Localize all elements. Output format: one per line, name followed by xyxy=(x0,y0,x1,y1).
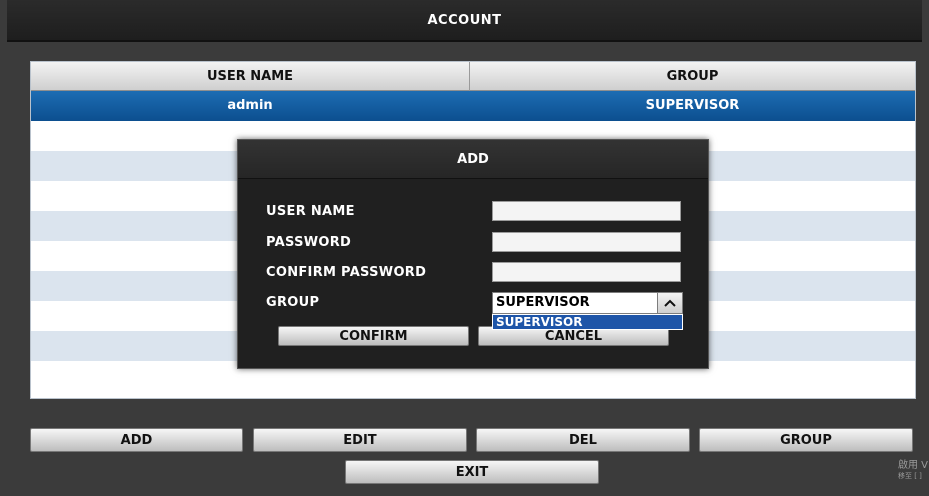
group-select[interactable]: SUPERVISOR xyxy=(492,292,683,314)
watermark-line-1: 啟用 V xyxy=(898,460,929,471)
column-header-group[interactable]: GROUP xyxy=(470,62,915,91)
chevron-up-icon[interactable] xyxy=(657,293,682,313)
group-option-label: SUPERVISOR xyxy=(496,315,583,329)
cell-user-name: admin xyxy=(227,98,273,113)
window-title: ACCOUNT xyxy=(7,0,922,42)
edit-button[interactable]: EDIT xyxy=(253,428,467,452)
user-name-input[interactable] xyxy=(492,201,681,221)
confirm-password-input[interactable] xyxy=(492,262,681,282)
user-name-label: USER NAME xyxy=(266,204,355,219)
column-header-user-name[interactable]: USER NAME xyxy=(31,62,470,91)
password-label: PASSWORD xyxy=(266,235,352,250)
group-dropdown-option[interactable]: SUPERVISOR xyxy=(492,314,683,330)
group-button[interactable]: GROUP xyxy=(699,428,913,452)
table-row[interactable]: admin SUPERVISOR xyxy=(31,91,915,121)
dialog-title: ADD xyxy=(238,140,708,179)
group-select-value: SUPERVISOR xyxy=(496,295,590,310)
activation-watermark: 啟用 V 移至 [ ] xyxy=(898,460,928,482)
add-dialog: ADD USER NAME PASSWORD CONFIRM PASSWORD … xyxy=(237,139,709,369)
password-input[interactable] xyxy=(492,232,681,252)
add-button[interactable]: ADD xyxy=(30,428,243,452)
exit-button[interactable]: EXIT xyxy=(345,460,599,484)
confirm-button[interactable]: CONFIRM xyxy=(278,326,469,346)
confirm-password-label: CONFIRM PASSWORD xyxy=(266,265,427,280)
watermark-line-2: 移至 [ ] xyxy=(898,472,922,480)
delete-button[interactable]: DEL xyxy=(476,428,690,452)
group-label: GROUP xyxy=(266,295,320,310)
cell-group: SUPERVISOR xyxy=(645,98,740,113)
